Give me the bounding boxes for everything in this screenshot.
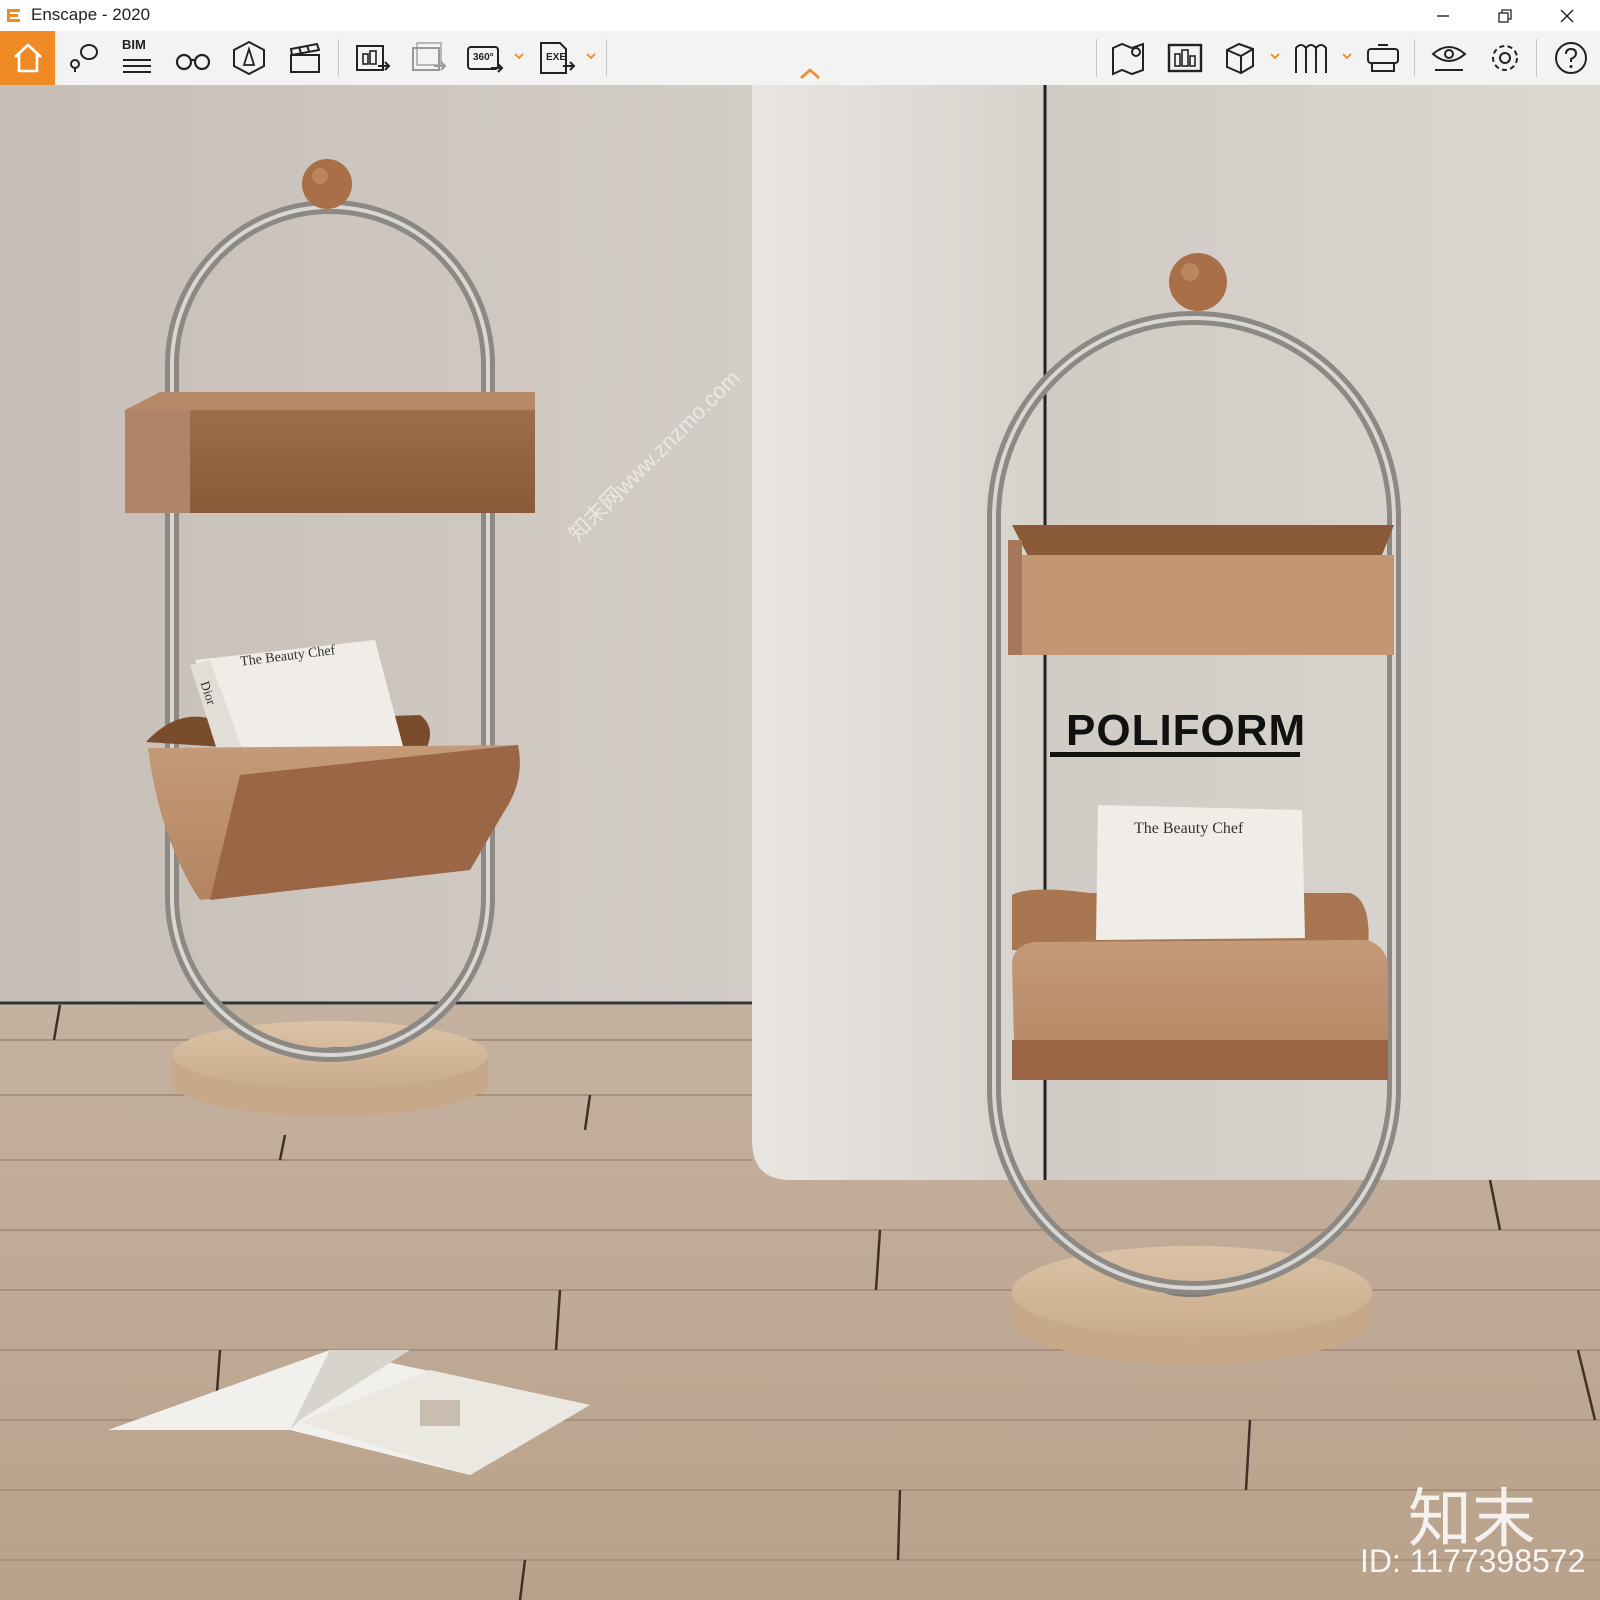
asset-library-icon xyxy=(233,40,265,76)
brand-label: POLIFORM xyxy=(1066,706,1307,755)
video-editor-icon xyxy=(289,42,321,73)
minimize-button[interactable] xyxy=(1420,0,1466,31)
cube-button[interactable] xyxy=(1216,35,1262,81)
home-button[interactable] xyxy=(0,31,55,85)
title-bar: Enscape - 2020 xyxy=(0,0,1600,32)
chevron-down-icon xyxy=(514,52,524,59)
toolbar-separator xyxy=(1414,39,1415,77)
standalone-exe-button[interactable]: EXE xyxy=(534,35,580,81)
bim-label: BIM xyxy=(122,37,146,52)
video-editor-button[interactable] xyxy=(282,35,328,81)
binoculars-button[interactable] xyxy=(170,35,216,81)
panorama-label: 360° xyxy=(473,52,494,63)
exe-label: EXE xyxy=(546,52,567,63)
bookmarks-icon xyxy=(1295,44,1327,73)
brand-underline xyxy=(1050,752,1300,757)
map-button[interactable] xyxy=(1106,35,1152,81)
map-icon xyxy=(1112,42,1144,76)
window-title: Enscape - 2020 xyxy=(31,5,151,24)
scene-render xyxy=(0,85,1600,1600)
settings-button[interactable] xyxy=(1482,35,1528,81)
panorama-button[interactable]: 360° xyxy=(462,35,508,81)
home-icon xyxy=(13,43,42,73)
bim-button[interactable]: BIM xyxy=(114,35,160,81)
book-title-right: The Beauty Chef xyxy=(1134,820,1244,837)
views-icon xyxy=(70,44,98,72)
bookmarks-dropdown[interactable] xyxy=(1340,49,1354,63)
binoculars-icon xyxy=(175,53,211,71)
asset-library-button[interactable] xyxy=(226,35,272,81)
toolbar-separator xyxy=(606,39,607,77)
screenshot-button[interactable] xyxy=(350,35,396,81)
material-editor-icon xyxy=(1167,43,1203,73)
visual-settings-button[interactable] xyxy=(1426,35,1472,81)
visual-settings-icon xyxy=(1431,46,1467,71)
chevron-down-icon xyxy=(1270,52,1280,59)
exe-dropdown[interactable] xyxy=(584,49,598,63)
bookmarks-button[interactable] xyxy=(1288,35,1334,81)
watermark-id: ID: 1177398572 xyxy=(1360,1543,1586,1579)
enscape-logo-icon xyxy=(7,9,20,22)
screenshot-icon xyxy=(356,45,391,71)
toolbar-separator xyxy=(338,39,339,77)
vr-headset-button[interactable] xyxy=(1360,35,1406,81)
views-button[interactable] xyxy=(60,35,106,81)
help-icon xyxy=(1555,42,1587,74)
restore-icon xyxy=(1498,8,1512,23)
cube-icon xyxy=(1226,42,1254,75)
batch-render-button[interactable] xyxy=(406,35,452,81)
toolbar-separator xyxy=(1536,39,1537,77)
toolbar-separator xyxy=(1096,39,1097,77)
render-viewport[interactable]: The Beauty Chef Dior The Beauty Chef POL… xyxy=(0,85,1600,1600)
batch-render-icon xyxy=(412,42,447,71)
vr-headset-icon xyxy=(1367,44,1399,72)
panorama-dropdown[interactable] xyxy=(512,49,526,63)
collapse-toolbar-button[interactable] xyxy=(798,66,822,82)
material-editor-button[interactable] xyxy=(1162,35,1208,81)
chevron-down-icon xyxy=(1342,52,1352,59)
help-button[interactable] xyxy=(1548,35,1594,81)
close-button[interactable] xyxy=(1544,0,1590,31)
settings-icon xyxy=(1492,45,1518,71)
cube-dropdown[interactable] xyxy=(1268,49,1282,63)
restore-button[interactable] xyxy=(1482,0,1528,31)
chevron-down-icon xyxy=(586,52,596,59)
minimize-icon xyxy=(1437,14,1449,17)
close-icon xyxy=(1560,9,1574,22)
